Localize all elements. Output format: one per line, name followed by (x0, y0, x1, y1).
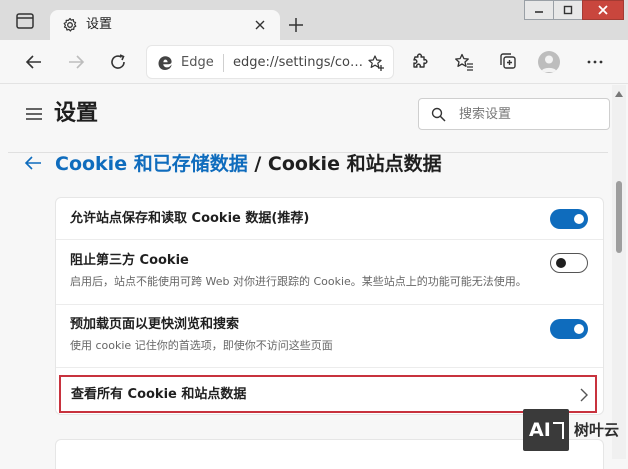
watermark-text: 树叶云 (574, 421, 620, 439)
breadcrumb-separator: / (247, 153, 268, 175)
favorites-icon[interactable] (454, 52, 474, 72)
edge-logo-icon (157, 55, 173, 71)
allow-cookies-toggle[interactable] (550, 209, 588, 229)
refresh-icon[interactable] (108, 52, 128, 72)
address-bar[interactable]: Edge edge://settings/co… (146, 45, 394, 79)
gear-icon (62, 17, 78, 33)
setting-row-allow-cookies: 允许站点保存和读取 Cookie 数据(推荐) (56, 198, 603, 239)
view-all-cookies-row[interactable]: 查看所有 Cookie 和站点数据 (59, 375, 597, 413)
back-arrow-icon[interactable] (24, 52, 44, 72)
url-text[interactable]: edge://settings/co… (233, 54, 363, 72)
tab-settings[interactable]: 设置 (50, 10, 280, 40)
new-tab-icon[interactable] (285, 14, 307, 36)
watermark-logo-text: AI (529, 419, 551, 441)
watermark-logo: AI (523, 409, 569, 451)
settings-search[interactable] (418, 98, 610, 130)
collections-icon[interactable] (498, 52, 518, 72)
setting-title: 阻止第三方 Cookie (70, 253, 189, 268)
scroll-up-icon[interactable] (615, 91, 623, 97)
block-third-party-toggle[interactable] (550, 253, 588, 273)
toggle-knob (556, 258, 566, 268)
preload-pages-toggle[interactable] (550, 319, 588, 339)
forward-arrow-icon[interactable] (66, 52, 86, 72)
omnibox-separator (223, 54, 224, 72)
setting-description: 启用后，站点不能使用可跨 Web 对你进行跟踪的 Cookie。某些站点上的功能… (70, 275, 527, 288)
breadcrumb: Cookie 和已存储数据 / Cookie 和站点数据 (55, 151, 442, 177)
setting-title: 查看所有 Cookie 和站点数据 (71, 387, 247, 402)
search-input[interactable] (459, 105, 599, 123)
setting-description: 使用 cookie 记住你的首选项，即使你不访问这些页面 (70, 339, 333, 352)
scroll-thumb[interactable] (616, 181, 622, 253)
setting-row-preload-pages: 预加载页面以更快浏览和搜索 使用 cookie 记住你的首选项，即使你不访问这些… (56, 305, 603, 367)
extensions-icon[interactable] (409, 52, 429, 72)
maximize-icon[interactable] (553, 0, 583, 20)
search-icon (431, 107, 446, 122)
setting-title: 预加载页面以更快浏览和搜索 (70, 317, 240, 332)
back-arrow-icon[interactable] (24, 155, 42, 171)
breadcrumb-parent-link[interactable]: Cookie 和已存储数据 (55, 153, 248, 175)
browser-toolbar: Edge edge://settings/co… (0, 40, 628, 84)
tab-close-icon[interactable] (253, 18, 267, 32)
toggle-knob (574, 324, 584, 334)
close-icon[interactable] (582, 0, 624, 20)
row-divider (56, 367, 603, 368)
profile-avatar[interactable] (538, 51, 560, 73)
chevron-right-icon (579, 388, 589, 402)
minimize-icon[interactable] (524, 0, 554, 20)
tab-strip: 设置 (0, 0, 628, 40)
settings-page: 设置 Cookie 和已存储数据 / Cookie 和站点数据 允许站点保存和读… (0, 85, 628, 469)
page-title: 设置 (54, 101, 99, 126)
tab-title: 设置 (86, 17, 113, 32)
setting-row-block-third-party: 阻止第三方 Cookie 启用后，站点不能使用可跨 Web 对你进行跟踪的 Co… (56, 240, 603, 304)
tab-actions-icon[interactable] (16, 13, 34, 29)
breadcrumb-current: Cookie 和站点数据 (267, 153, 442, 175)
next-settings-card (55, 439, 604, 469)
menu-icon[interactable] (26, 108, 42, 120)
site-label: Edge (181, 55, 214, 70)
scrollbar[interactable] (612, 85, 626, 459)
setting-title: 允许站点保存和读取 Cookie 数据(推荐) (70, 211, 310, 226)
more-icon[interactable] (585, 52, 605, 72)
toggle-knob (574, 214, 584, 224)
add-favorite-icon[interactable] (367, 54, 385, 72)
